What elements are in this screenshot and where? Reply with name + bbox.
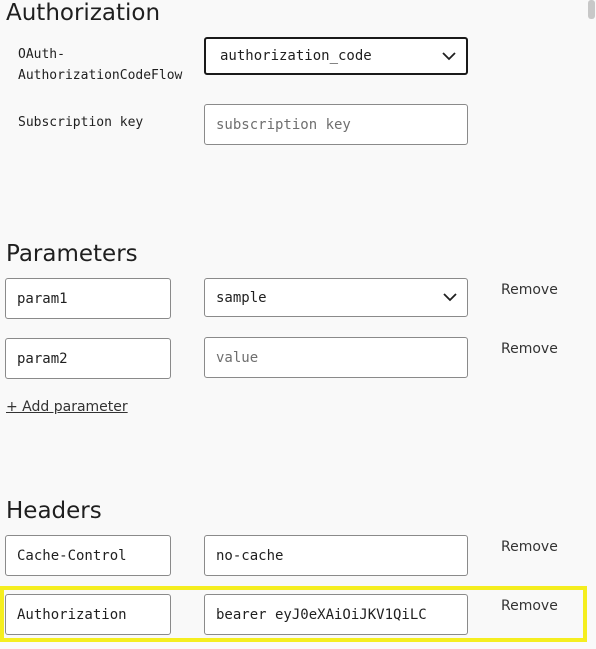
parameters-title: Parameters [6,241,138,267]
subscription-key-placeholder: subscription key [216,116,351,133]
subscription-key-input[interactable]: subscription key [204,104,468,145]
param1-name-value: param1 [17,290,68,307]
param1-name-input[interactable]: param1 [5,278,171,319]
param1-remove-link[interactable]: Remove [501,282,558,298]
scrollbar-thumb[interactable] [588,0,595,19]
header2-remove-link[interactable]: Remove [501,598,558,614]
header1-name-value: Cache-Control [17,547,127,564]
headers-title: Headers [6,498,102,524]
chevron-down-icon [443,291,457,305]
add-parameter-link[interactable]: + Add parameter [6,399,128,415]
oauth-flow-value: authorization_code [220,48,372,64]
header1-remove-link[interactable]: Remove [501,539,558,555]
param1-value-select[interactable]: sample [204,278,468,317]
header1-name-input[interactable]: Cache-Control [5,535,171,576]
header2-value-input[interactable]: bearer eyJ0eXAiOiJKV1QiLC [204,594,468,635]
header2-name-value: Authorization [17,606,127,623]
param2-name-input[interactable]: param2 [5,338,171,379]
param2-value-input[interactable]: value [204,337,468,378]
subscription-key-label: Subscription key [18,115,144,130]
header2-name-input[interactable]: Authorization [5,594,171,635]
param2-remove-link[interactable]: Remove [501,341,558,357]
param2-value-placeholder: value [216,349,259,366]
chevron-down-icon [442,49,456,63]
header1-value-input[interactable]: no-cache [204,535,468,576]
authorization-title: Authorization [6,0,161,26]
oauth-flow-select[interactable]: authorization_code [204,37,468,75]
param2-name-value: param2 [17,350,68,367]
header2-value: bearer eyJ0eXAiOiJKV1QiLC [216,606,427,623]
header1-value: no-cache [216,547,284,564]
oauth-flow-label: OAuth- AuthorizationCodeFlow [18,47,183,83]
param1-value: sample [216,289,267,306]
